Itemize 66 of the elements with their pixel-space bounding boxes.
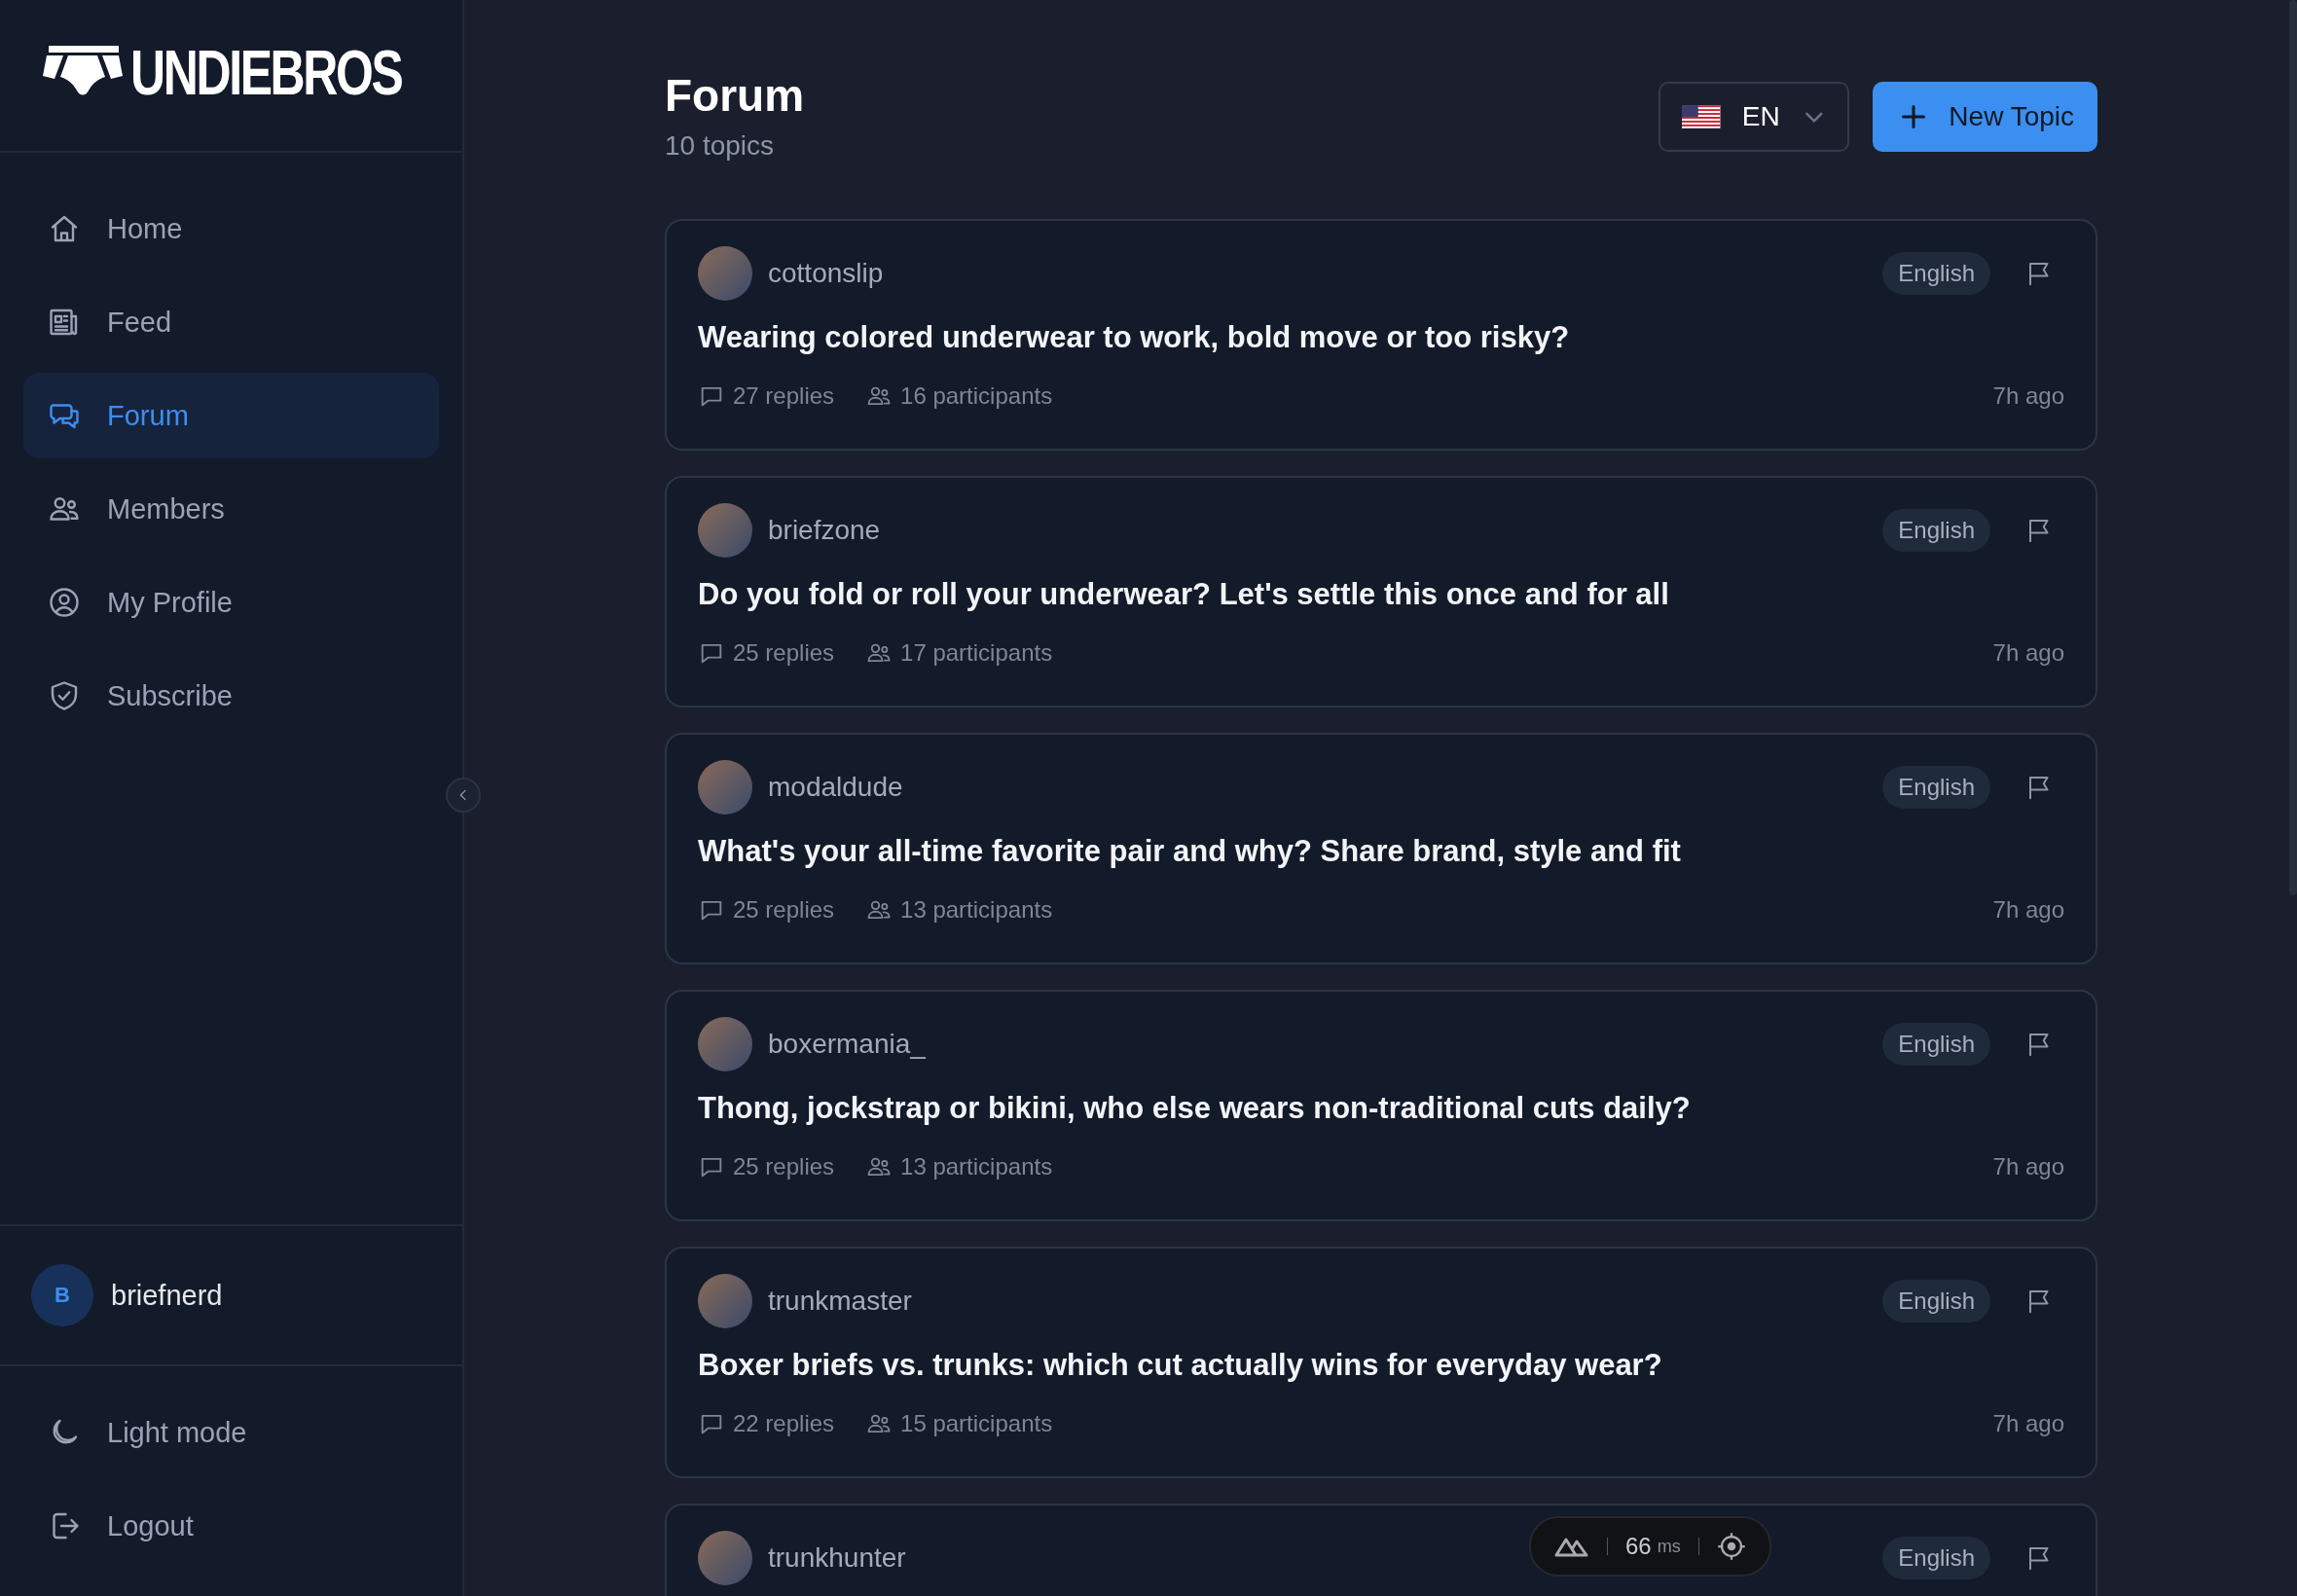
avatar-photo xyxy=(698,503,752,558)
nav-item[interactable]: Forum xyxy=(23,373,439,458)
avatar-photo xyxy=(698,760,752,815)
reply-count: 25 replies xyxy=(733,896,835,924)
author-name: cottonslip xyxy=(768,258,884,289)
new-topic-button[interactable]: New Topic xyxy=(1873,82,2097,152)
nav-item[interactable]: Home xyxy=(23,186,439,272)
author-name: briefzone xyxy=(768,515,881,546)
plus-icon xyxy=(1900,103,1928,130)
topic-card[interactable]: trunkmaster English Boxer briefs vs. trunks: which cut actually wins for everyday wear? 22 replies 15 participants 7h ago xyxy=(665,1247,2097,1478)
language-tag: English xyxy=(1882,509,1990,552)
topic-title[interactable]: Wearing colored underwear to work, bold move or too risky? xyxy=(698,314,2064,361)
participant-count: 15 participants xyxy=(900,1410,1053,1437)
author-name: boxermania_ xyxy=(768,1029,926,1060)
topic-title[interactable]: What's your all-time favorite pair and why? Share brand, style and fit xyxy=(698,828,2064,875)
topic-count: 10 topics xyxy=(665,130,776,162)
language-select[interactable]: EN xyxy=(1659,82,1850,152)
topic-title[interactable]: Do you fold or roll your underwear? Let's settle this once and for all xyxy=(698,571,2064,618)
logout-link[interactable]: Logout xyxy=(23,1483,439,1569)
participant-count: 17 participants xyxy=(900,639,1053,667)
participant-count: 16 participants xyxy=(900,382,1053,410)
author-name: trunkmaster xyxy=(768,1286,912,1317)
reply-count: 25 replies xyxy=(733,639,835,667)
page-title: Forum xyxy=(665,69,806,123)
author-name: trunkhunter xyxy=(768,1542,906,1574)
author-name: modaldude xyxy=(768,772,903,803)
mountain-logo-icon xyxy=(1554,1536,1589,1557)
logo-text: UNDIEBROS xyxy=(130,36,402,109)
reply-count: 25 replies xyxy=(733,1153,835,1180)
render-time: 66 xyxy=(1625,1533,1652,1560)
language-tag: English xyxy=(1882,1023,1990,1066)
participant-count: 13 participants xyxy=(900,896,1053,924)
participant-count: 13 participants xyxy=(900,1153,1053,1180)
post-time: 7h ago xyxy=(1992,639,2064,667)
post-time: 7h ago xyxy=(1992,1410,2064,1437)
topic-title[interactable]: Boxer briefs vs. trunks: which cut actually wins for everyday wear? xyxy=(698,1342,2064,1389)
devtools-pill[interactable]: 66 ms xyxy=(1529,1516,1771,1577)
theme-toggle[interactable]: Light mode xyxy=(23,1390,439,1475)
reply-count: 22 replies xyxy=(733,1410,835,1437)
user-avatar: B xyxy=(31,1264,93,1326)
user-name: briefnerd xyxy=(111,1279,223,1312)
post-time: 7h ago xyxy=(1992,382,2064,410)
post-time: 7h ago xyxy=(1992,1153,2064,1180)
avatar-photo xyxy=(698,1274,752,1328)
language-tag: English xyxy=(1882,1537,1990,1579)
language-tag: English xyxy=(1882,1280,1990,1323)
language-tag: English xyxy=(1882,252,1990,295)
user-circle-icon xyxy=(47,585,82,620)
topic-card[interactable]: briefzone English Do you fold or roll your underwear? Let's settle this once and for all 25 replies 17 participants 7h ago xyxy=(665,476,2097,707)
avatar-photo xyxy=(698,1017,752,1071)
post-time: 7h ago xyxy=(1992,896,2064,924)
nav-item[interactable]: Subscribe xyxy=(23,653,439,739)
nav-item[interactable]: Feed xyxy=(23,279,439,365)
nav-item[interactable]: My Profile xyxy=(23,560,439,645)
avatar-photo xyxy=(698,1531,752,1585)
topic-card[interactable]: modaldude English What's your all-time favorite pair and why? Share brand, style and fit 25 replies 13 participants 7h ago xyxy=(665,733,2097,964)
us-flag-icon xyxy=(1682,105,1721,128)
nav-item[interactable]: Members xyxy=(23,466,439,552)
crosshair-icon xyxy=(1716,1532,1746,1561)
topic-card[interactable]: cottonslip English Wearing colored underwear to work, bold move or too risky? 27 replies 16 participants 7h ago xyxy=(665,219,2097,451)
language-tag: English xyxy=(1882,766,1990,809)
avatar-photo xyxy=(698,246,752,301)
time-unit: ms xyxy=(1657,1536,1681,1557)
reply-count: 27 replies xyxy=(733,382,835,410)
topic-card[interactable]: boxermania_ English Thong, jockstrap or bikini, who else wears non-traditional cuts daily? 25 replies 13 participants 7h ago xyxy=(665,990,2097,1221)
topic-title[interactable]: Thong, jockstrap or bikini, who else wears non-traditional cuts daily? xyxy=(698,1085,2064,1132)
